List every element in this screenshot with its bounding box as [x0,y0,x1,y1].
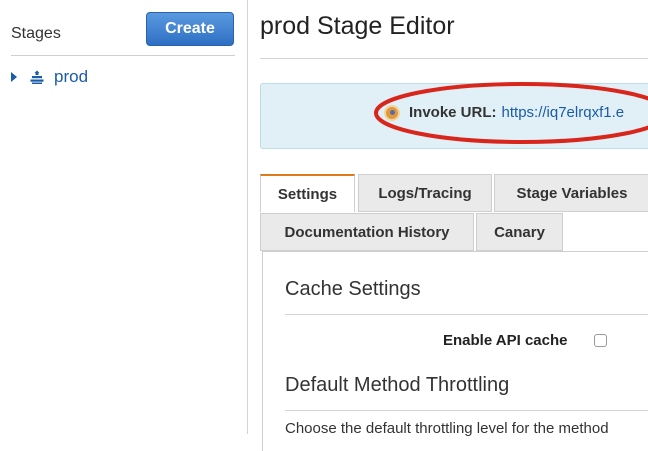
page-title: prod Stage Editor [260,12,455,40]
annotation-ellipse [374,82,648,144]
sidebar-divider [11,55,235,56]
tab-stage-variables[interactable]: Stage Variables [494,174,648,212]
tab-canary[interactable]: Canary [476,213,563,251]
stages-sidebar: Stages Create prod [0,0,247,434]
caret-right-icon[interactable] [11,72,17,82]
cache-settings-heading: Cache Settings [285,278,421,300]
throttling-divider [285,410,648,411]
cache-settings-divider [285,314,648,315]
tab-logs-tracing[interactable]: Logs/Tracing [358,174,492,212]
sidebar-item-prod[interactable]: prod [11,66,88,88]
stage-icon [30,70,44,84]
sidebar-vertical-divider [247,0,248,434]
sidebar-title: Stages [11,25,61,42]
title-divider [260,58,648,59]
create-button[interactable]: Create [146,12,234,46]
tab-documentation-history[interactable]: Documentation History [260,213,474,251]
default-method-throttling-heading: Default Method Throttling [285,374,510,396]
sidebar-item-label[interactable]: prod [54,67,88,87]
throttling-description: Choose the default throttling level for … [285,420,609,437]
enable-api-cache-checkbox[interactable] [594,334,607,347]
enable-api-cache-label: Enable API cache [443,332,568,349]
tab-settings[interactable]: Settings [260,174,355,212]
